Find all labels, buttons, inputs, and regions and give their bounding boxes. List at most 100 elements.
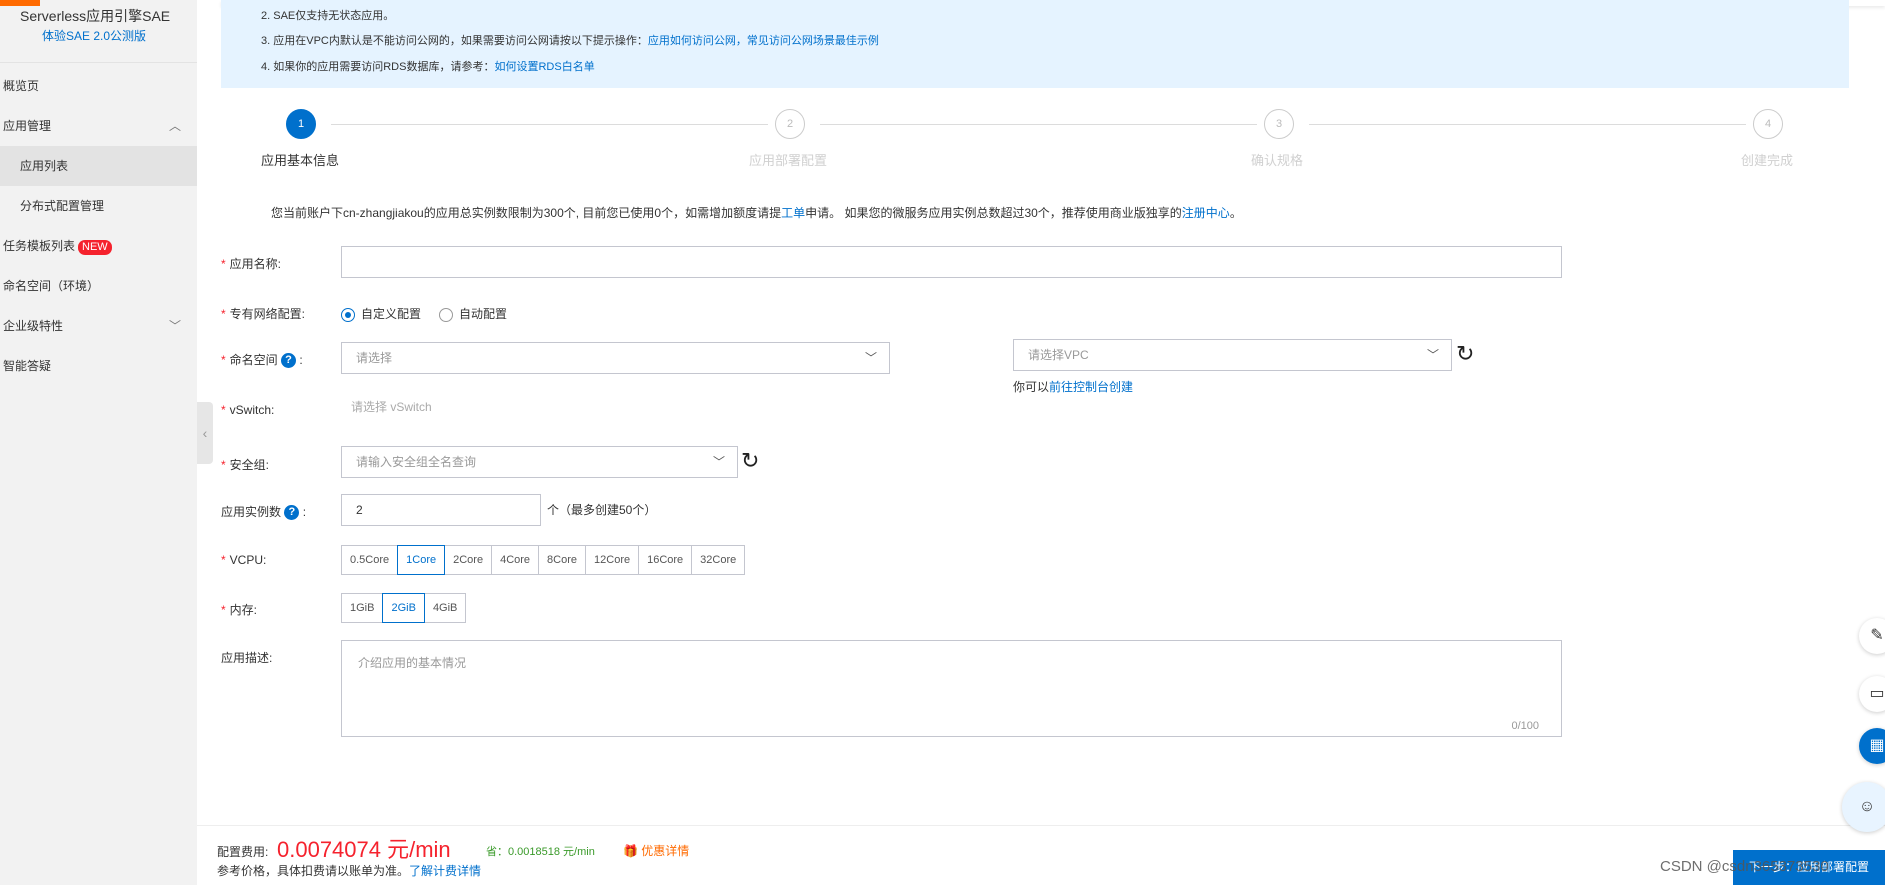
sidebar-subtitle-link[interactable]: 体验SAE 2.0公测版 <box>42 27 146 44</box>
ticket-link[interactable]: 工单 <box>781 206 805 220</box>
step-3-label: 确认规格 <box>1251 153 1304 168</box>
quota-text: 。 <box>1229 206 1242 220</box>
vcpu-label: * VCPU: <box>221 553 267 567</box>
sidebar-item-app-management[interactable]: 应用管理 ︿ <box>0 106 197 146</box>
sidebar-item-label: 概览页 <box>3 79 40 93</box>
help-icon[interactable]: ? <box>284 505 300 521</box>
vswitch-label: * vSwitch: <box>221 403 275 417</box>
select-placeholder: 请输入安全组全名查询 <box>356 455 477 469</box>
sidebar-item-namespaces[interactable]: 命名空间（环境） <box>0 266 197 306</box>
radio-unchecked-icon <box>439 307 453 322</box>
step-2-label: 应用部署配置 <box>749 153 828 168</box>
sidebar-item-app-list[interactable]: 应用列表 <box>0 146 197 186</box>
vpc-radio-auto[interactable]: 自动配置 <box>439 305 507 322</box>
hint-text: 你可以 <box>1013 380 1050 394</box>
vcpu-option[interactable]: 4Core <box>491 545 540 575</box>
sidebar-item-smart-qa[interactable]: 智能答疑 <box>0 346 197 386</box>
billing-details-link[interactable]: 了解计费详情 <box>409 864 481 878</box>
notice-line-2: 2. SAE仅支持无状态应用。 <box>261 10 395 22</box>
label-text: VCPU: <box>229 553 267 567</box>
sidebar-item-job-templates[interactable]: 任务模板列表 NEW <box>0 226 197 266</box>
savings-value: 省：0.0018518 元/min <box>486 846 595 858</box>
sidebar-item-enterprise-features[interactable]: 企业级特性 ﹀ <box>0 306 197 346</box>
namespace-select[interactable]: 请选择 ﹀ <box>341 342 890 374</box>
instances-hint: 个（最多创建50个） <box>547 503 657 517</box>
radio-label: 自定义配置 <box>361 307 422 321</box>
sidebar-divider <box>0 62 197 63</box>
promo-details-link[interactable]: 🎁 优惠详情 <box>623 842 689 859</box>
sidebar-collapse-handle[interactable]: ‹ <box>197 402 213 464</box>
price-value: 0.0074074 元/min <box>277 837 451 862</box>
notice-text: 4. 如果你的应用需要访问RDS数据库，请参考： <box>261 61 495 73</box>
select-placeholder: 请选择 <box>356 351 393 365</box>
sidebar-item-label: 任务模板列表 <box>3 239 76 253</box>
instances-label: 应用实例数 ? : <box>221 505 307 521</box>
gift-icon: 🎁 <box>623 844 638 858</box>
footer-bar: 配置费用: 0.0074074 元/min 省：0.0018518 元/min … <box>197 825 1885 885</box>
memory-option[interactable]: 4GiB <box>423 593 467 623</box>
label-text: 应用名称: <box>229 257 282 271</box>
apps-grid-icon[interactable]: ▦ <box>1859 728 1885 764</box>
sidebar-item-label: 命名空间（环境） <box>3 279 100 293</box>
quota-text: 您当前账户下cn-zhangjiakou的应用总实例数限制为300个, 目前您已… <box>271 206 782 220</box>
edit-icon[interactable]: ✎ <box>1859 618 1885 654</box>
chevron-down-icon: ﹀ <box>1426 348 1439 362</box>
vcpu-option[interactable]: 8Core <box>538 545 587 575</box>
sidebar-item-config-management[interactable]: 分布式配置管理 <box>0 186 197 226</box>
refresh-vpc-icon[interactable]: ↻ <box>1456 343 1474 365</box>
promo-text: 优惠详情 <box>641 844 690 858</box>
memory-label: * 内存: <box>221 603 258 617</box>
public-access-link[interactable]: 应用如何访问公网 <box>648 35 736 47</box>
sidebar: Serverless应用引擎SAE 体验SAE 2.0公测版 概览页 应用管理 ︿… <box>0 0 197 885</box>
notice-text: 3. 应用在VPC内默认是不能访问公网的，如果需要访问公网请按以下提示操作： <box>261 35 648 47</box>
vpc-select[interactable]: 请选择VPC ﹀ <box>1013 339 1452 371</box>
refresh-security-group-icon[interactable]: ↻ <box>741 450 759 472</box>
chevron-down-icon: ﹀ <box>168 319 181 333</box>
security-group-select[interactable]: 请输入安全组全名查询 ﹀ <box>341 446 738 478</box>
instances-input[interactable]: 2 <box>341 494 541 526</box>
chevron-left-icon: ‹ <box>202 425 208 441</box>
rds-whitelist-link[interactable]: 如何设置RDS白名单 <box>494 61 594 73</box>
vcpu-option[interactable]: 16Core <box>638 545 693 575</box>
vcpu-option[interactable]: 2Core <box>444 545 493 575</box>
step-connector <box>820 124 1257 125</box>
create-vpc-link[interactable]: 前往控制台创建 <box>1049 380 1133 394</box>
memory-option[interactable]: 1GiB <box>341 593 384 623</box>
label-text: 专有网络配置: <box>229 307 306 321</box>
vcpu-option[interactable]: 32Core <box>691 545 746 575</box>
cost-label: 配置费用: <box>217 845 269 859</box>
description-textarea[interactable]: 介绍应用的基本情况 0/100 <box>341 640 1562 737</box>
app-name-label: * 应用名称: <box>221 257 282 271</box>
memory-options: 1GiB 2GiB 4GiB <box>341 593 467 623</box>
registry-center-link[interactable]: 注册中心 <box>1182 206 1230 220</box>
sidebar-item-label: 应用管理 <box>3 119 52 133</box>
vcpu-option[interactable]: 12Core <box>585 545 640 575</box>
vpc-create-hint: 你可以前往控制台创建 <box>1013 378 1133 395</box>
step-3-indicator: 3 <box>1264 109 1294 139</box>
vpc-radio-custom[interactable]: 自定义配置 <box>341 305 421 322</box>
vpc-config-label: * 专有网络配置: <box>221 307 306 321</box>
description-label: 应用描述: <box>221 651 273 665</box>
vswitch-placeholder[interactable]: 请选择 vSwitch <box>351 398 432 415</box>
notice-line-4: 4. 如果你的应用需要访问RDS数据库，请参考：如何设置RDS白名单 <box>261 58 595 74</box>
chat-icon[interactable]: ▭ <box>1859 676 1885 712</box>
help-icon[interactable]: ? <box>281 353 297 369</box>
radio-checked-icon <box>341 307 355 322</box>
note-text: 参考价格，具体扣费请以账单为准。 <box>217 864 410 878</box>
vcpu-option[interactable]: 0.5Core <box>341 545 399 575</box>
vcpu-options: 0.5Core 1Core 2Core 4Core 8Core 12Core 1… <box>341 545 746 575</box>
step-2-indicator: 2 <box>775 109 805 139</box>
memory-option-selected[interactable]: 2GiB <box>382 593 425 623</box>
step-connector <box>1309 124 1746 125</box>
step-4-label: 创建完成 <box>1741 153 1794 168</box>
vcpu-option-selected[interactable]: 1Core <box>397 545 446 575</box>
assistant-avatar-icon[interactable]: ☺ <box>1842 782 1885 832</box>
app-name-input[interactable] <box>341 246 1562 278</box>
chevron-down-icon: ﹀ <box>864 351 877 365</box>
public-access-examples-link[interactable]: 常见访问公网场景最佳示例 <box>747 35 879 47</box>
sidebar-item-overview[interactable]: 概览页 <box>0 66 197 106</box>
security-group-label: * 安全组: <box>221 458 270 472</box>
label-text: 命名空间 <box>229 353 278 367</box>
step-4-indicator: 4 <box>1753 109 1783 139</box>
label-text: 安全组: <box>229 458 270 472</box>
